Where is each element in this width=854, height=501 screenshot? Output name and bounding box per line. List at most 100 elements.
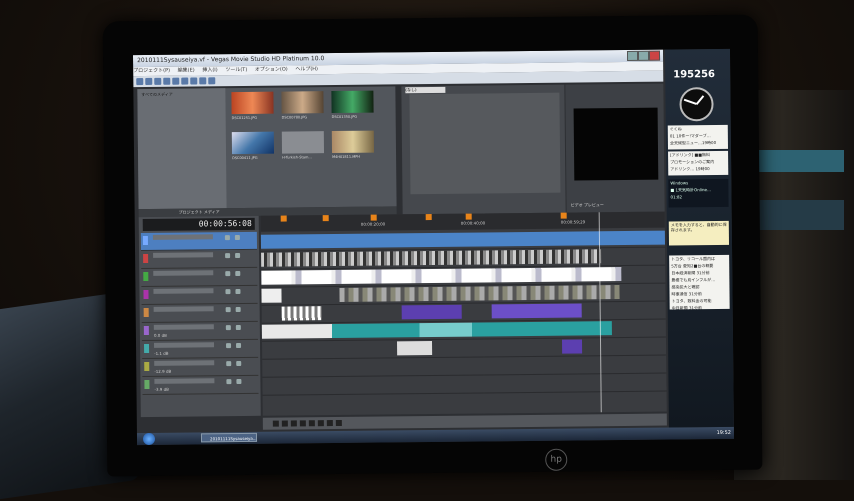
track-header[interactable]	[141, 249, 258, 270]
headlines-gadget[interactable]: トヨタ、リコール国内は 5万台 愛知2■台の概要 日本経済新聞 31分前 豊橋で…	[669, 254, 730, 310]
notes-gadget[interactable]: メモを入力すると、自動的に保存されます。	[668, 220, 730, 246]
track-header[interactable]: -12.9 dB	[142, 357, 259, 378]
previous-frame-icon[interactable]	[326, 420, 333, 427]
loop-icon[interactable]	[281, 420, 288, 427]
mute-icon[interactable]	[225, 325, 231, 331]
solo-icon[interactable]	[236, 361, 242, 367]
track-header[interactable]	[141, 303, 258, 324]
preview-label[interactable]: ビデオ プレビュー	[571, 202, 604, 208]
timeline-ruler[interactable]: 00:00:20;00 00:00:40;00 00:00:59;29	[260, 211, 665, 232]
record-icon[interactable]	[272, 420, 279, 427]
open-icon[interactable]	[145, 77, 153, 85]
mute-icon[interactable]	[226, 379, 232, 385]
mute-icon[interactable]	[225, 289, 231, 295]
marker-flag[interactable]	[425, 214, 432, 221]
media-thumbnail[interactable]	[231, 91, 274, 115]
clip[interactable]	[261, 288, 282, 303]
clip[interactable]	[561, 339, 583, 354]
track-name[interactable]	[154, 342, 215, 348]
mute-icon[interactable]	[225, 271, 231, 277]
notes-text: メモを入力すると、自動的に保存されます。	[670, 221, 727, 233]
redo-icon[interactable]	[208, 77, 216, 85]
mute-icon[interactable]	[225, 253, 231, 259]
menu-item-tools[interactable]: ツール(T)	[225, 67, 247, 73]
solo-icon[interactable]	[235, 271, 241, 277]
taskbar-button[interactable]: 20101111Sysauseiya...	[200, 432, 258, 443]
play-icon[interactable]	[290, 420, 297, 427]
track-header[interactable]: -1.1 dB	[141, 339, 259, 360]
pause-icon[interactable]	[308, 420, 315, 427]
menu-item-edit[interactable]: 編集(E)	[178, 67, 195, 73]
weather-gadget[interactable]: Windows ■ 1天気時計Online… 01:82	[668, 178, 729, 208]
track-name[interactable]	[153, 324, 214, 330]
render-icon[interactable]	[163, 77, 171, 85]
track-header[interactable]	[141, 267, 258, 288]
maximize-button[interactable]	[637, 50, 650, 61]
media-thumbnail[interactable]	[331, 130, 375, 154]
taskbar-clock[interactable]: 19:52	[716, 427, 731, 439]
ad-gadget[interactable]: [アドリンク] ■■無料 プロモーションのご案内 アドリンク… 19時00	[668, 150, 729, 176]
solo-icon[interactable]	[236, 343, 242, 349]
clip[interactable]	[281, 306, 322, 321]
marker-flag[interactable]	[280, 215, 287, 222]
solo-icon[interactable]	[235, 253, 241, 259]
paste-icon[interactable]	[190, 77, 198, 85]
track-name[interactable]	[154, 378, 215, 384]
track-header[interactable]: 0.0 dB	[141, 321, 258, 342]
track-name[interactable]	[153, 270, 214, 276]
undo-icon[interactable]	[199, 77, 207, 85]
tree-node-all-media[interactable]: すべてのメディア	[141, 91, 225, 98]
mute-icon[interactable]	[226, 361, 232, 367]
minimize-button[interactable]	[626, 50, 639, 61]
menu-item-project[interactable]: プロジェクト(P)	[133, 68, 170, 74]
clip[interactable]	[491, 303, 582, 319]
clip[interactable]	[260, 230, 666, 249]
marker-flag[interactable]	[370, 214, 377, 221]
solo-icon[interactable]	[235, 307, 241, 313]
solo-icon[interactable]	[235, 289, 241, 295]
clip[interactable]	[401, 304, 462, 320]
timeline[interactable]: 00:00:20;00 00:00:40;00 00:00:59;29	[260, 211, 667, 416]
track-header[interactable]: -3.9 dB	[142, 375, 259, 396]
copy-icon[interactable]	[181, 77, 189, 85]
menu-item-insert[interactable]: 挿入(I)	[202, 67, 217, 73]
menu-item-help[interactable]: ヘルプ(H)	[295, 66, 318, 72]
solo-icon[interactable]	[236, 379, 242, 385]
solo-icon[interactable]	[234, 235, 240, 241]
news-gadget[interactable]: ぐくね 01 10件ー!マダーブ… 全天候型ニュー…19時00	[667, 124, 729, 150]
track-name[interactable]	[154, 360, 215, 366]
start-button[interactable]	[142, 432, 156, 446]
track-header[interactable]	[140, 231, 258, 252]
track-name[interactable]	[152, 234, 213, 240]
track-name[interactable]	[153, 252, 214, 258]
cut-icon[interactable]	[172, 77, 180, 85]
marker-flag[interactable]	[465, 213, 472, 220]
track-header[interactable]	[141, 285, 258, 306]
mute-icon[interactable]	[225, 307, 231, 313]
solo-icon[interactable]	[235, 325, 241, 331]
new-icon[interactable]	[136, 78, 144, 86]
mute-icon[interactable]	[224, 235, 230, 241]
clip[interactable]	[397, 341, 433, 356]
audio-file-icon[interactable]	[281, 131, 325, 154]
close-button[interactable]	[648, 50, 661, 61]
menu-item-options[interactable]: オプション(O)	[255, 67, 288, 73]
stop-icon[interactable]	[317, 420, 324, 427]
track-name[interactable]	[153, 288, 214, 294]
clip[interactable]	[261, 321, 612, 339]
media-thumbnail[interactable]	[281, 91, 324, 114]
media-thumbnail[interactable]	[331, 90, 374, 114]
next-frame-icon[interactable]	[335, 419, 342, 427]
media-thumbnail[interactable]	[231, 131, 275, 155]
news-line: アドリンク… 19時00	[670, 166, 710, 172]
save-icon[interactable]	[154, 77, 162, 85]
clip[interactable]	[261, 267, 622, 285]
mute-icon[interactable]	[226, 343, 232, 349]
play-from-start-icon[interactable]	[299, 420, 306, 427]
trimmer-dropdown[interactable]: (なし)	[405, 86, 446, 94]
clip[interactable]	[339, 285, 620, 302]
track-name[interactable]	[153, 306, 214, 312]
clip[interactable]	[261, 249, 602, 267]
marker-flag[interactable]	[560, 212, 567, 219]
marker-flag[interactable]	[322, 215, 329, 222]
